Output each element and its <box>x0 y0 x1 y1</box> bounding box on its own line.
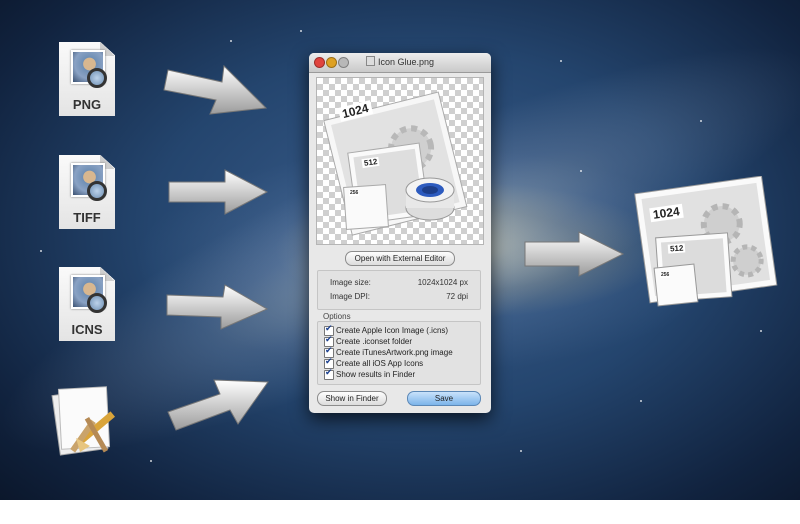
option-label: Create Apple Icon Image (.icns) <box>336 326 449 335</box>
image-dpi-value: 72 dpi <box>446 292 468 301</box>
icns-file-icon[interactable]: ICNS <box>59 267 115 341</box>
image-dpi-label: Image DPI: <box>330 292 371 301</box>
options-heading: Options <box>323 312 351 321</box>
image-size-value: 1024x1024 px <box>417 278 468 287</box>
image-info-box: Image size: 1024x1024 px Image DPI: 72 d… <box>317 270 481 310</box>
window-title: Icon Glue.png <box>309 56 491 67</box>
png-file-icon[interactable]: PNG <box>59 42 115 116</box>
arrow-icon <box>166 284 269 330</box>
tiff-file-icon[interactable]: TIFF <box>59 155 115 229</box>
option-label: Create .iconset folder <box>336 337 413 346</box>
app-window: Icon Glue.png 1024 512 256 Open with Ext… <box>309 53 491 413</box>
arrow-icon <box>167 379 269 431</box>
app-document-icon[interactable] <box>50 378 130 458</box>
options-box: Create Apple Icon Image (.icns) Create .… <box>317 321 481 385</box>
save-button[interactable]: Save <box>407 391 481 406</box>
open-with-external-editor-button[interactable]: Open with External Editor <box>345 251 455 266</box>
arrow-icon <box>163 64 268 115</box>
size-badge-256: 256 <box>349 190 360 196</box>
file-type-label: TIFF <box>73 210 101 225</box>
option-label: Create all iOS App Icons <box>336 359 424 368</box>
size-badge-256: 256 <box>660 272 671 278</box>
arrow-icon <box>168 169 269 215</box>
result-icon-set: 1024 512 256 <box>634 175 784 316</box>
title-bar[interactable]: Icon Glue.png <box>309 53 491 73</box>
show-in-finder-button[interactable]: Show in Finder <box>317 391 387 406</box>
arrow-icon <box>524 231 625 277</box>
file-type-label: PNG <box>72 97 102 112</box>
option-label: Create iTunesArtwork.png image <box>336 348 453 357</box>
size-badge-512: 512 <box>667 243 686 254</box>
option-label: Show results in Finder <box>336 370 416 379</box>
document-icon <box>365 56 375 66</box>
image-preview-well[interactable]: 1024 512 256 <box>316 77 484 245</box>
file-type-label: ICNS <box>71 322 103 337</box>
show-in-finder-checkbox[interactable] <box>324 368 334 380</box>
image-size-label: Image size: <box>330 278 371 287</box>
